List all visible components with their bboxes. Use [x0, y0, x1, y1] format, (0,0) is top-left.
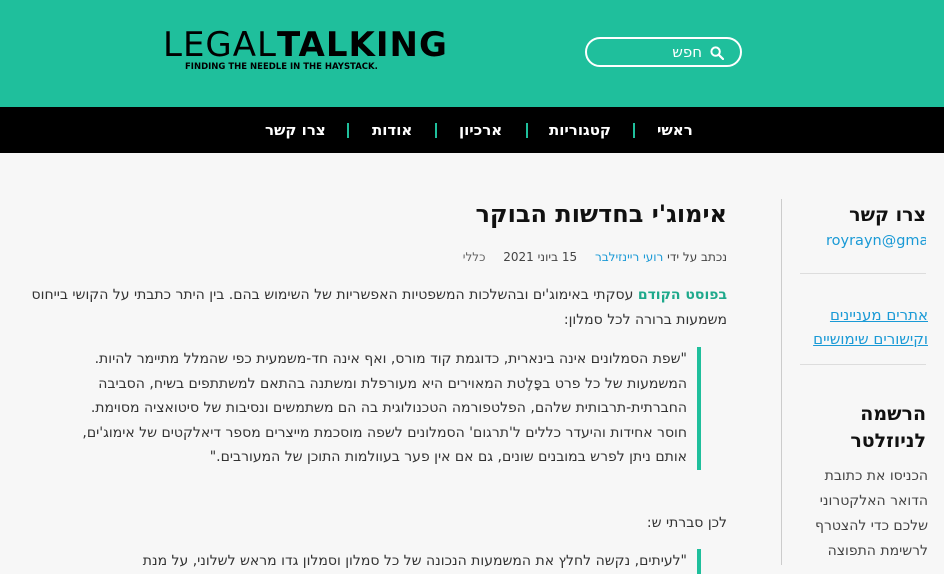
- logo-wordmark: LEGALTALKING: [163, 27, 448, 63]
- sidebar-link-interesting-sites[interactable]: אתרים מעניינים: [830, 306, 928, 324]
- search-icon[interactable]: [710, 46, 724, 60]
- logo-talking: TALKING: [276, 25, 448, 65]
- sidebar-contact-title: צרו קשר: [849, 204, 926, 226]
- nav-separator: [526, 123, 528, 138]
- nav-item-archive[interactable]: ארכיון: [459, 121, 502, 139]
- meta-prefix: נכתב על ידי: [667, 250, 727, 264]
- logo-legal: LEGAL: [163, 25, 277, 65]
- nav-separator: [633, 123, 635, 138]
- main-nav: ראשי קטגוריות ארכיון אודות צרו קשר: [0, 107, 944, 153]
- sidebar-link-useful-links[interactable]: וקישורים שימושיים: [813, 330, 928, 348]
- article-title[interactable]: אימוג'י בחדשות הבוקר: [475, 200, 727, 228]
- nav-separator: [435, 123, 437, 138]
- article-meta: נכתב על ידי רועי ריינזילבר 15 ביוני 2021…: [463, 250, 727, 264]
- site-logo[interactable]: LEGALTALKING FINDING THE NEEDLE IN THE H…: [163, 27, 448, 72]
- newsletter-title-line2: לניוזלטר: [850, 430, 926, 452]
- site-header: LEGALTALKING FINDING THE NEEDLE IN THE H…: [0, 0, 944, 107]
- newsletter-title-line1: הרשמה: [860, 403, 926, 425]
- nav-item-home[interactable]: ראשי: [657, 121, 693, 139]
- search-input[interactable]: [602, 42, 702, 62]
- newsletter-description: הכניסו את כתובת הדואר האלקטרוני שלכם כדי…: [815, 468, 928, 559]
- intro-text: עסקתי באימוג'ים ובהשלכות המשפטיות האפשרי…: [31, 287, 727, 328]
- nav-item-categories[interactable]: קטגוריות: [549, 121, 611, 139]
- article-conclusion: לכן סברתי ש:: [646, 515, 727, 531]
- nav-item-about[interactable]: אודות: [372, 121, 412, 139]
- meta-category[interactable]: כללי: [463, 250, 486, 264]
- sidebar-email-link[interactable]: royrayn@gmail.com: [800, 233, 926, 249]
- meta-date: 15 ביוני 2021: [503, 250, 578, 264]
- meta-author[interactable]: רועי ריינזילבר: [595, 250, 663, 264]
- nav-item-contact[interactable]: צרו קשר: [265, 121, 326, 139]
- article-intro: בפוסט הקודם עסקתי באימוג'ים ובהשלכות המש…: [30, 283, 727, 333]
- previous-post-link[interactable]: בפוסט הקודם: [638, 287, 727, 303]
- article-blockquote: "שפת הסמלונים אינה בינארית, כדוגמת קוד מ…: [75, 347, 701, 470]
- nav-separator: [347, 123, 349, 138]
- email-text[interactable]: royrayn@gmail.com: [826, 233, 926, 249]
- sidebar-divider: [781, 199, 782, 565]
- search-box[interactable]: [585, 37, 742, 67]
- sidebar-divider-line: [800, 364, 926, 365]
- sidebar-divider-line: [800, 273, 926, 274]
- article-blockquote-2: "לעיתים, נקשה לחלץ את המשמעות הנכונה של …: [75, 549, 701, 574]
